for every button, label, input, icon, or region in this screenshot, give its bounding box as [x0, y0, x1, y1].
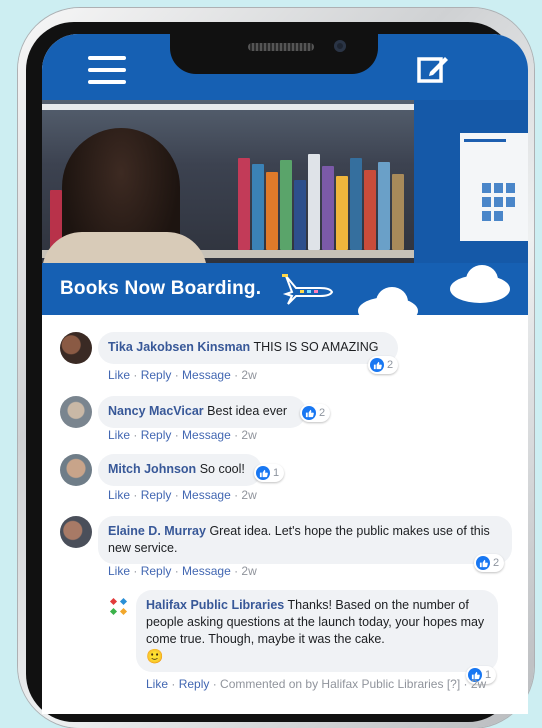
reaction-count[interactable]: 2: [474, 554, 505, 572]
reply-meta: Commented on by Halifax Public Libraries…: [220, 677, 487, 691]
comment-bubble: Nancy MacVicar Best idea ever: [98, 396, 306, 428]
commenter-name[interactable]: Tika Jakobsen Kinsman: [108, 340, 250, 354]
commenter-name[interactable]: Nancy MacVicar: [108, 404, 204, 418]
message-link[interactable]: Message: [182, 488, 231, 502]
avatar[interactable]: [60, 454, 92, 486]
comment-text: So cool!: [199, 462, 245, 476]
reply-link[interactable]: Reply: [141, 368, 172, 382]
phone-notch: [170, 34, 378, 74]
comment-bubble: Tika Jakobsen Kinsman THIS IS SO AMAZING: [98, 332, 398, 364]
reaction-count[interactable]: 1: [254, 464, 285, 482]
smile-icon: 🙂: [146, 648, 164, 664]
like-icon: [302, 406, 316, 420]
avatar[interactable]: [60, 332, 92, 364]
avatar[interactable]: [60, 516, 92, 548]
boarding-strip: Books Now Boarding.: [42, 263, 528, 325]
reaction-count[interactable]: 2: [368, 356, 399, 374]
message-link[interactable]: Message: [182, 564, 231, 578]
banner-photo: [42, 100, 528, 263]
comment-bubble: Elaine D. Murray Great idea. Let's hope …: [98, 516, 512, 564]
commenter-name[interactable]: Elaine D. Murray: [108, 524, 206, 538]
reply-actions: Like · Reply · Commented on by Halifax P…: [146, 677, 487, 691]
timestamp: 2w: [241, 488, 257, 502]
like-link[interactable]: Like: [108, 564, 130, 578]
menu-icon[interactable]: [88, 56, 126, 84]
comment-actions: Like · Reply · Message · 2w: [108, 564, 257, 578]
reply-link[interactable]: Reply: [141, 488, 172, 502]
message-link[interactable]: Message: [182, 368, 231, 382]
timestamp: 2w: [241, 368, 257, 382]
avatar[interactable]: [60, 396, 92, 428]
like-icon: [370, 358, 384, 372]
phone-screen: Books Now Boarding. Tika Jakobsen Kinsma…: [42, 34, 528, 714]
like-link[interactable]: Like: [146, 677, 168, 691]
reaction-count[interactable]: 2: [300, 404, 331, 422]
reply-link[interactable]: Reply: [179, 677, 210, 691]
like-link[interactable]: Like: [108, 368, 130, 382]
timestamp: 2w: [241, 428, 257, 442]
plane-icon: [282, 274, 334, 305]
timestamp: 2w: [241, 564, 257, 578]
reply-link[interactable]: Reply: [141, 564, 172, 578]
front-camera: [334, 40, 346, 52]
commenter-name[interactable]: Mitch Johnson: [108, 462, 196, 476]
like-icon: [256, 466, 270, 480]
comment-text: THIS IS SO AMAZING: [253, 340, 379, 354]
poster: [460, 133, 528, 241]
compose-icon[interactable]: [416, 52, 450, 86]
comment-actions: Like · Reply · Message · 2w: [108, 428, 257, 442]
library-logo-icon[interactable]: [108, 596, 130, 618]
comment-bubble: Mitch Johnson So cool!: [98, 454, 262, 486]
reply-link[interactable]: Reply: [141, 428, 172, 442]
message-link[interactable]: Message: [182, 428, 231, 442]
like-icon: [476, 556, 490, 570]
commenter-name[interactable]: Halifax Public Libraries: [146, 598, 284, 612]
like-link[interactable]: Like: [108, 488, 130, 502]
speaker-grille: [248, 43, 314, 51]
reply-bubble: Halifax Public Libraries Thanks! Based o…: [136, 590, 498, 672]
banner-title: Books Now Boarding.: [60, 278, 262, 299]
comment-text: Best idea ever: [207, 404, 288, 418]
comment-actions: Like · Reply · Message · 2w: [108, 488, 257, 502]
like-link[interactable]: Like: [108, 428, 130, 442]
comment-actions: Like · Reply · Message · 2w: [108, 368, 257, 382]
